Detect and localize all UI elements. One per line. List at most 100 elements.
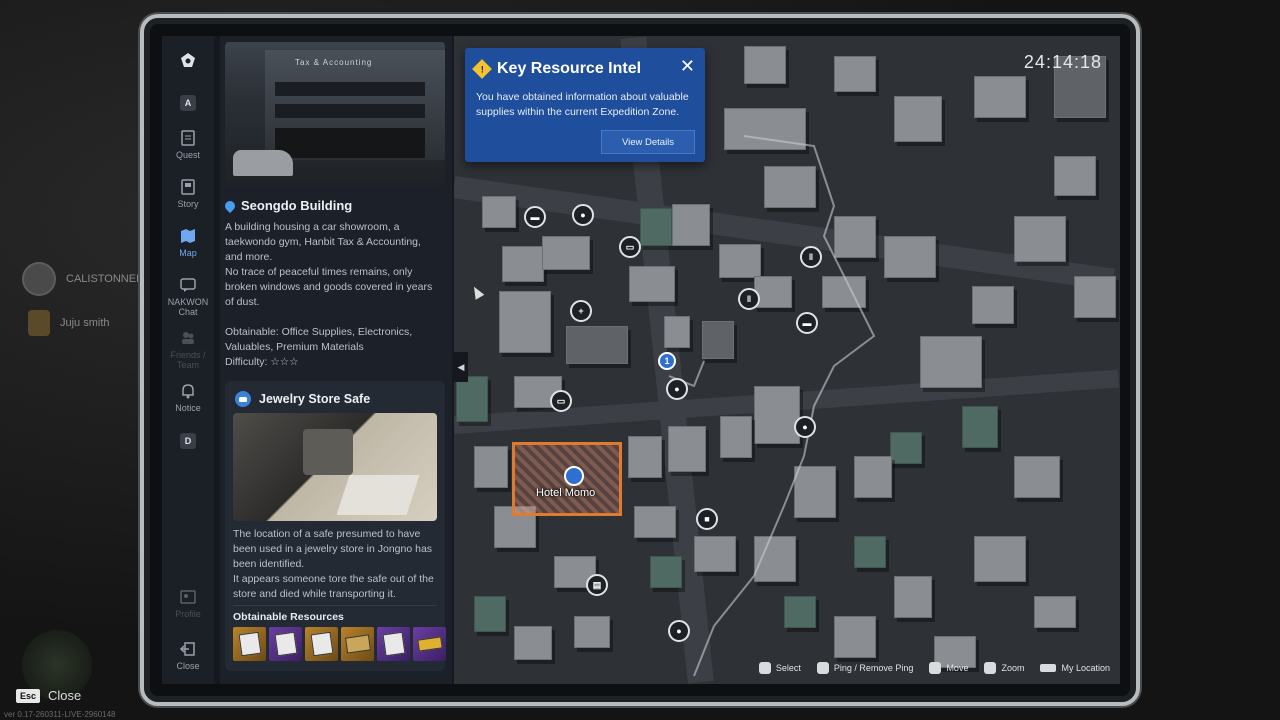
poi-photo	[233, 413, 437, 521]
party-list: CALISTONNER Juju smith	[22, 262, 144, 350]
location-title: Seongdo Building	[222, 198, 353, 213]
nav-item-friends: Friends / Team	[165, 329, 211, 370]
restaurant-marker-icon[interactable]: ‖	[800, 246, 822, 268]
poi-marker-icon[interactable]: ●	[668, 620, 690, 642]
poi-marker-icon[interactable]: ●	[666, 378, 688, 400]
map-pin-icon	[222, 198, 238, 213]
friends-icon	[182, 332, 194, 344]
nav-label: Friends / Team	[170, 350, 206, 370]
nav-item-profile[interactable]: Profile	[175, 588, 201, 619]
mouse-right-icon	[816, 662, 829, 674]
medical-marker-icon[interactable]: +	[570, 300, 592, 322]
nav-label: Quest	[175, 150, 200, 160]
location-description-2: No trace of peaceful times remains, only…	[225, 266, 433, 308]
restaurant-marker-icon[interactable]: ‖	[738, 288, 760, 310]
avatar	[28, 310, 50, 336]
location-obtainable: Obtainable: Office Supplies, Electronics…	[225, 326, 413, 353]
intel-title: ! Key Resource Intel	[472, 59, 642, 79]
intel-title-text: Key Resource Intel	[497, 60, 642, 77]
nav-label: Close	[176, 661, 200, 671]
nav-item-map[interactable]: Map	[179, 227, 197, 258]
prev-tab-key: A	[180, 95, 196, 111]
nav-item-quest[interactable]: Quest	[176, 129, 200, 160]
poi-marker-icon[interactable]: ●	[572, 204, 594, 226]
location-difficulty: Difficulty: ☆☆☆	[225, 355, 441, 370]
shop-marker-icon[interactable]: ▭	[550, 390, 572, 412]
lock-marker-icon[interactable]: ■	[696, 508, 718, 530]
intel-body: You have obtained information about valu…	[476, 91, 689, 118]
story-icon	[181, 179, 195, 195]
party-member: CALISTONNER	[22, 262, 144, 296]
map-view[interactable]: ▬ ● ▭ + ▭ ● ‖ ‖ ▬ ● ■ ▤ ● Hotel Momo 1 ◀…	[454, 36, 1120, 684]
gold-box-icon[interactable]	[341, 627, 374, 661]
bed-icon	[564, 466, 584, 486]
hint-label: Select	[775, 663, 801, 673]
next-tab-key: D	[180, 433, 196, 449]
spacebar-icon	[1040, 664, 1057, 672]
location-photo-sign: Tax & Accounting	[295, 58, 373, 67]
gold-case-icon[interactable]	[233, 627, 266, 661]
purple-case-icon[interactable]	[269, 627, 302, 661]
resources-title: Obtainable Resources	[233, 611, 344, 623]
waypoint-marker[interactable]: 1	[658, 352, 676, 370]
nav-item-close[interactable]: Close	[176, 640, 200, 671]
hint-zoom: Zoom	[984, 662, 1024, 674]
hotel-label: Hotel Momo	[536, 487, 596, 499]
nav-item-story[interactable]: Story	[177, 178, 199, 209]
warning-icon: !	[472, 59, 492, 79]
party-member-name: Juju smith	[60, 317, 110, 329]
nav-label: NAKWON Chat	[167, 297, 209, 317]
control-hints: Select Ping / Remove Ping Move Zoom My L…	[758, 662, 1110, 674]
nav-item-notice[interactable]: Notice	[175, 382, 201, 413]
avatar	[22, 262, 56, 296]
version-label: ver 0.17-260311-LIVE-2960148	[4, 710, 116, 719]
car-icon	[235, 391, 251, 407]
nav-label: Story	[177, 199, 199, 209]
difficulty-label: Difficulty:	[225, 356, 268, 368]
bell-icon	[182, 384, 194, 399]
nav-label: Profile	[175, 609, 201, 619]
map-icon	[181, 229, 195, 243]
gold-case-icon[interactable]	[305, 627, 338, 661]
party-member: Juju smith	[22, 310, 144, 336]
cafe-marker-icon[interactable]: ▬	[524, 206, 546, 228]
nav-label: Map	[179, 248, 197, 258]
shop-marker-icon[interactable]: ▭	[619, 236, 641, 258]
move-icon	[929, 662, 942, 674]
nav-rail: A Quest Story Map NAKWON Chat Friends / …	[162, 36, 214, 684]
cafe-marker-icon[interactable]: ▬	[796, 312, 818, 334]
esc-close-hint[interactable]: Esc Close	[16, 688, 81, 703]
location-info-panel: Tax & Accounting Seongdo Building A buil…	[220, 36, 452, 684]
location-description: A building housing a car showroom, a tae…	[225, 221, 421, 263]
nav-item-chat[interactable]: NAKWON Chat	[165, 276, 211, 317]
clock: 24:14:18	[1023, 52, 1102, 72]
poi-card: Jewelry Store Safe The location of a saf…	[225, 381, 446, 671]
purple-case-icon[interactable]	[377, 627, 410, 661]
view-details-button[interactable]: View Details	[601, 130, 695, 154]
party-member-name: CALISTONNER	[66, 273, 145, 285]
close-icon[interactable]: ✕	[680, 56, 695, 77]
hint-label: Ping / Remove Ping	[833, 663, 914, 673]
hint-select: Select	[758, 662, 801, 674]
esc-key: Esc	[16, 688, 41, 703]
poi-description: The location of a safe presumed to have …	[233, 528, 433, 570]
hint-ping: Ping / Remove Ping	[816, 662, 914, 674]
poi-marker-icon[interactable]: ●	[794, 416, 816, 438]
location-name: Seongdo Building	[241, 198, 353, 213]
hint-label: Move	[946, 663, 969, 673]
collapse-panel-button[interactable]: ◀	[454, 352, 468, 382]
hint-label: My Location	[1061, 663, 1110, 673]
location-photo: Tax & Accounting	[225, 42, 445, 188]
hint-move: Move	[929, 662, 968, 674]
nav-label: Notice	[175, 403, 201, 413]
poi-description-2: It appears someone tore the safe out of …	[233, 573, 434, 600]
purple-bar-icon[interactable]	[413, 627, 446, 661]
hint-label: Zoom	[1001, 663, 1025, 673]
quest-icon	[181, 130, 195, 146]
mouse-left-icon	[758, 662, 771, 674]
esc-close-label: Close	[48, 688, 82, 703]
hint-my-location: My Location	[1040, 663, 1110, 673]
home-icon[interactable]	[180, 52, 196, 73]
building-marker-icon[interactable]: ▤	[586, 574, 608, 596]
profile-icon	[180, 590, 196, 604]
